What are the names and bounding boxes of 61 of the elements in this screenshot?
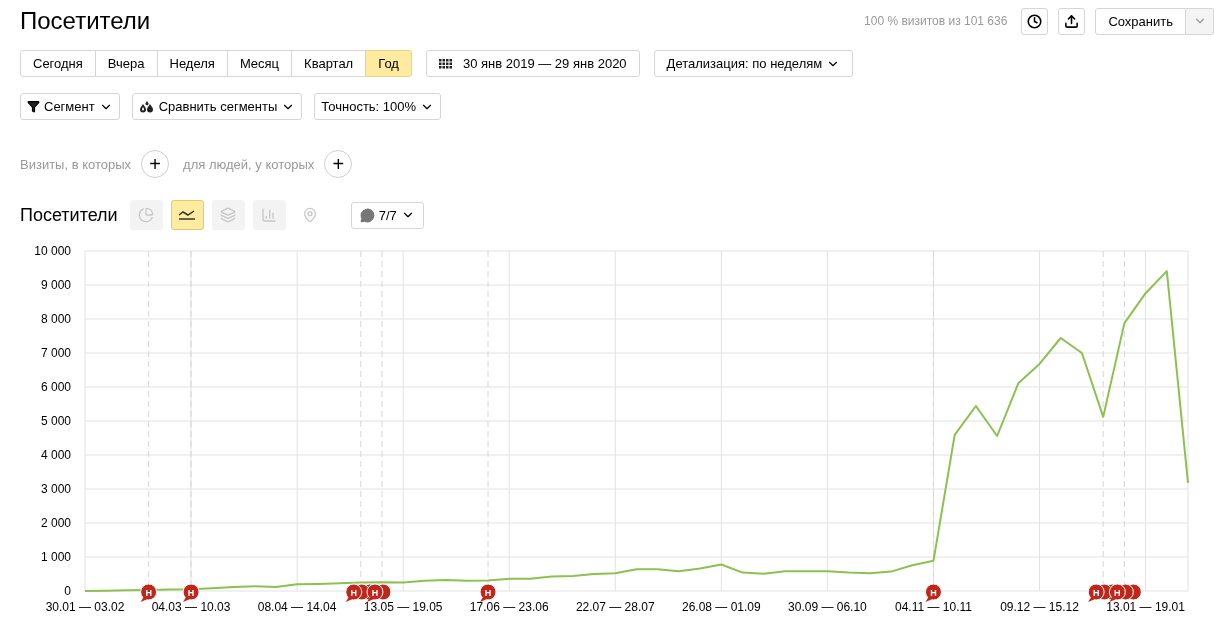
map-pin-icon [302, 207, 319, 223]
period-tab[interactable]: Сегодня [20, 50, 96, 77]
chart-title: Посетители [20, 204, 118, 226]
add-condition-button[interactable]: + [324, 150, 353, 178]
bar-chart-icon [261, 207, 278, 223]
y-axis-label: 3 000 [40, 482, 71, 496]
y-axis-label: 0 [64, 584, 71, 598]
share-icon [1064, 13, 1080, 29]
x-axis-label: 13.01 — 19.01 [1106, 600, 1185, 614]
x-axis-label: 17.06 — 23.06 [469, 600, 549, 614]
y-axis-label: 1 000 [40, 550, 71, 564]
period-tab[interactable]: Месяц [226, 50, 293, 77]
y-axis-label: 5 000 [40, 414, 71, 428]
y-axis-label: 10 000 [34, 244, 71, 258]
x-axis-label: 08.04 — 14.04 [257, 600, 337, 614]
filter-icon [27, 100, 40, 113]
x-axis-label: 30.01 — 03.02 [45, 600, 125, 614]
chart-type-button[interactable] [170, 200, 204, 230]
condition-label: Визиты, в которых [20, 156, 132, 172]
x-axis-label: 26.08 — 01.09 [682, 600, 761, 614]
area-chart-icon [220, 207, 237, 223]
x-axis-label: 04.11 — 10.11 [895, 600, 972, 614]
y-axis-label: 7 000 [40, 346, 71, 360]
x-axis-label: 30.09 — 06.10 [788, 600, 867, 614]
y-axis-label: 9 000 [40, 278, 71, 292]
note-marker[interactable]: Н [182, 583, 200, 602]
export-button[interactable] [1058, 7, 1086, 35]
sampling-note: 100 % визитов из 101 636 [864, 14, 1008, 28]
filter-dropdown[interactable]: Точность: 100% [314, 93, 442, 120]
y-axis-label: 8 000 [40, 312, 71, 326]
y-axis-label: 2 000 [40, 516, 71, 530]
add-condition-button[interactable]: + [141, 150, 170, 178]
x-axis-label: 04.03 — 10.03 [151, 600, 231, 614]
clock-icon [1027, 13, 1043, 29]
comment-icon [359, 207, 375, 223]
period-tab[interactable]: Вчера [94, 50, 158, 77]
save-menu-button[interactable] [1186, 7, 1214, 35]
line-chart-icon [178, 209, 197, 221]
pie-chart-icon [138, 207, 155, 223]
note-marker[interactable]: Н [140, 583, 158, 602]
note-marker[interactable]: Н [479, 583, 497, 602]
y-axis-label: 6 000 [40, 380, 71, 394]
drops-icon [138, 100, 155, 113]
date-range-button[interactable]: 30 янв 2019 — 29 янв 2020 [425, 50, 640, 77]
x-axis-label: 09.12 — 15.12 [1000, 600, 1079, 614]
x-axis-label: 22.07 — 28.07 [575, 600, 655, 614]
notes-dropdown[interactable]: 7/7 [350, 201, 424, 229]
save-button[interactable]: Сохранить [1095, 7, 1186, 35]
filter-dropdown[interactable]: Сравнить сегменты [131, 93, 303, 120]
note-marker[interactable]: Н [924, 583, 942, 602]
filter-dropdown[interactable]: Сегмент [20, 93, 120, 120]
period-tab[interactable]: Квартал [291, 50, 367, 77]
y-axis-label: 4 000 [40, 448, 71, 462]
page-title: Посетители [20, 7, 152, 35]
condition-label: для людей, у которых [183, 156, 315, 172]
calendar-icon [438, 58, 453, 69]
period-tab[interactable]: Год [365, 50, 412, 77]
history-button[interactable] [1021, 7, 1049, 35]
period-tab[interactable]: Неделя [156, 50, 228, 77]
detail-dropdown[interactable]: Детализация: по неделям [653, 50, 854, 77]
x-axis-label: 13.05 — 19.05 [363, 600, 443, 614]
